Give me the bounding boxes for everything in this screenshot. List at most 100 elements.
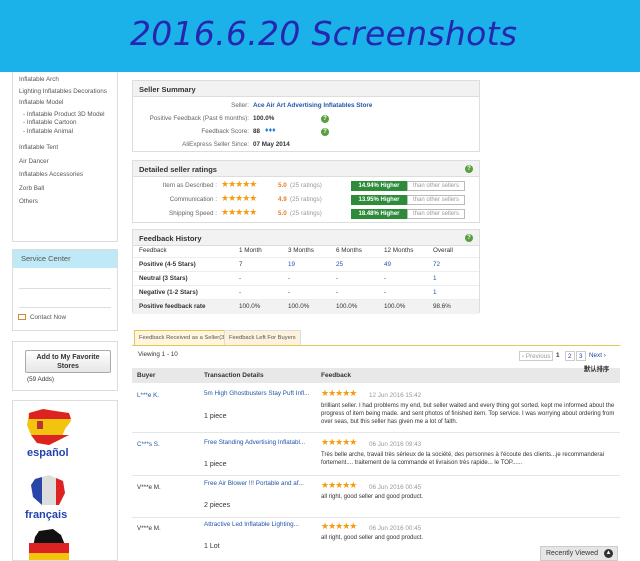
rating-other-sellers: than other sellers <box>407 209 465 219</box>
tab-feedback-left[interactable]: Feedback Left For Buyers <box>224 330 301 345</box>
product-link[interactable]: Free Standing Advertising Inflatabl... <box>204 439 305 446</box>
category-item[interactable]: Others <box>19 198 117 206</box>
rating-higher-badge: 13.95% Higher <box>351 195 407 205</box>
buyer-name[interactable]: L***e K. <box>137 392 159 399</box>
language-spanish[interactable]: español <box>27 447 69 459</box>
seller-since-value: 07 May 2014 <box>253 141 290 148</box>
feedback-history-row: Negative (1-2 Stars) - - - - 1 <box>133 286 479 300</box>
rating-score: 5.0 <box>278 182 287 189</box>
col-header: 6 Months <box>336 247 362 254</box>
category-item[interactable]: Zorb Ball <box>19 185 117 193</box>
previous-page-button[interactable]: ‹ Previous <box>519 351 554 361</box>
divider <box>19 288 111 289</box>
feedback-date: 06 Jun 2016 09:43 <box>369 441 422 448</box>
cell: - <box>288 289 291 296</box>
category-item[interactable]: Air Dancer <box>19 158 117 166</box>
rating-label: Communication : <box>169 196 217 203</box>
recently-viewed-bar[interactable]: Recently Viewed ▲ <box>540 546 618 561</box>
rating-label: Shipping Speed : <box>169 210 217 217</box>
cell-link[interactable]: 25 <box>336 258 343 272</box>
contact-now-label: Contact Now <box>30 314 67 321</box>
product-link[interactable]: 5m High Ghostbusters Stay Puft Infl... <box>204 390 309 397</box>
next-page-button[interactable]: Next › <box>587 351 608 361</box>
feedback-stars: ★★★★★ <box>321 480 357 490</box>
feedback-stars: ★★★★★ <box>321 521 357 531</box>
subcategory-item[interactable]: - Inflatable Product 3D Model <box>19 111 117 119</box>
cell-link[interactable]: 49 <box>384 258 391 272</box>
rating-score: 5.0 <box>278 210 287 217</box>
category-item[interactable]: Inflatables Accessories <box>19 171 117 179</box>
service-center-title: Service Center <box>13 250 117 268</box>
buyer-name[interactable]: V***e M. <box>137 484 161 491</box>
product-link[interactable]: Free Air Blower !!! Portable and af... <box>204 480 304 487</box>
favorite-box: Add to My Favorite Stores (59 Adds) <box>12 341 118 391</box>
cell: 100.0% <box>336 303 358 310</box>
page-1[interactable]: 1 <box>556 352 560 359</box>
cell-link[interactable]: 72 <box>433 258 440 272</box>
contact-now-link[interactable]: Contact Now <box>18 314 66 321</box>
page-2-button[interactable]: 2 <box>565 351 575 361</box>
buyer-name[interactable]: V***e M. <box>137 525 161 532</box>
col-header: 12 Months <box>384 247 414 254</box>
col-header: 1 Month <box>239 247 262 254</box>
add-favorite-button[interactable]: Add to My Favorite Stores <box>25 350 111 373</box>
category-item[interactable]: Inflatable Arch <box>19 76 117 84</box>
feedback-row: V***e M. Free Air Blower !!! Portable an… <box>132 476 620 518</box>
category-item[interactable]: Inflatable Tent <box>19 144 117 152</box>
rating-score: 4.9 <box>278 196 287 203</box>
feedback-stars: ★★★★★ <box>321 437 357 447</box>
category-item[interactable]: Inflatable Model <box>19 99 117 107</box>
sort-dropdown[interactable]: 默认排序 <box>584 362 609 377</box>
rating-label: Item as Described : <box>162 182 217 189</box>
help-icon[interactable]: ? <box>321 128 329 136</box>
col-feedback: Feedback <box>321 372 351 379</box>
feedback-date: 06 Jun 2016 00:45 <box>369 484 422 491</box>
tab-underline <box>132 345 620 346</box>
cell: 98.6% <box>433 303 451 310</box>
feedback-row: C***s S. Free Standing Advertising Infla… <box>132 433 620 476</box>
medal-icons: ♦♦♦ <box>265 127 276 134</box>
cell: - <box>384 275 387 282</box>
screenshot-banner: 2016.6.20 Screenshots <box>0 0 640 72</box>
page-3-button[interactable]: 3 <box>576 351 586 361</box>
cell-link[interactable]: 1 <box>433 272 437 286</box>
category-item[interactable]: Lighting Inflatables Decorations <box>19 88 117 96</box>
france-map-icon[interactable] <box>29 475 69 507</box>
positive-feedback-label: Positive Feedback (Past 6 months): <box>149 115 249 122</box>
help-icon[interactable]: ? <box>321 115 329 123</box>
help-icon[interactable]: ? <box>465 234 473 242</box>
feedback-date: 06 Jun 2016 00:45 <box>369 525 422 532</box>
feedback-text: all right, good seller and good product. <box>321 535 424 541</box>
seller-label: Seller: <box>231 102 249 109</box>
spain-map-icon[interactable] <box>25 407 75 447</box>
favorite-count: (59 Adds) <box>27 376 54 383</box>
subcategory-item[interactable]: - Inflatable Animal <box>19 128 117 136</box>
cell-link[interactable]: 19 <box>288 258 295 272</box>
language-french[interactable]: français <box>25 509 67 521</box>
feedback-stars: ★★★★★ <box>321 388 357 398</box>
positive-feedback-value: 100.0% <box>253 115 275 122</box>
service-center-box: Service Center Contact Now <box>12 249 118 331</box>
col-header: Overall <box>433 247 453 254</box>
rating-count: (25 ratings) <box>290 196 322 203</box>
buyer-name[interactable]: C***s S. <box>137 441 160 448</box>
germany-map-icon[interactable] <box>29 529 69 561</box>
feedback-text: all right, good seller and good product. <box>321 494 424 500</box>
seller-name-link[interactable]: Ace Air Art Advertising Inflatables Stor… <box>253 102 372 109</box>
feedback-history-header: Feedback 1 Month 3 Months 6 Months 12 Mo… <box>133 244 479 258</box>
cell-link[interactable]: 1 <box>433 286 437 300</box>
cell: - <box>288 275 291 282</box>
cell: - <box>336 275 339 282</box>
banner-title: 2016.6.20 Screenshots <box>130 14 518 53</box>
help-icon[interactable]: ? <box>465 165 473 173</box>
category-sidebar: Inflatable Arch Lighting Inflatables Dec… <box>12 72 118 242</box>
rating-other-sellers: than other sellers <box>407 195 465 205</box>
cell: 100.0% <box>384 303 406 310</box>
tab-feedback-received[interactable]: Feedback Received as a Seller(30) <box>134 330 235 345</box>
quantity: 1 piece <box>204 413 227 420</box>
feedback-text: brilliant seller. I had problems my end,… <box>321 403 615 425</box>
cell: 100.0% <box>239 303 261 310</box>
col-transaction: Transaction Details <box>204 372 264 379</box>
subcategory-item[interactable]: - Inflatable Cartoon <box>19 119 117 127</box>
product-link[interactable]: Attractive Led Inflatable Lighting... <box>204 521 299 528</box>
